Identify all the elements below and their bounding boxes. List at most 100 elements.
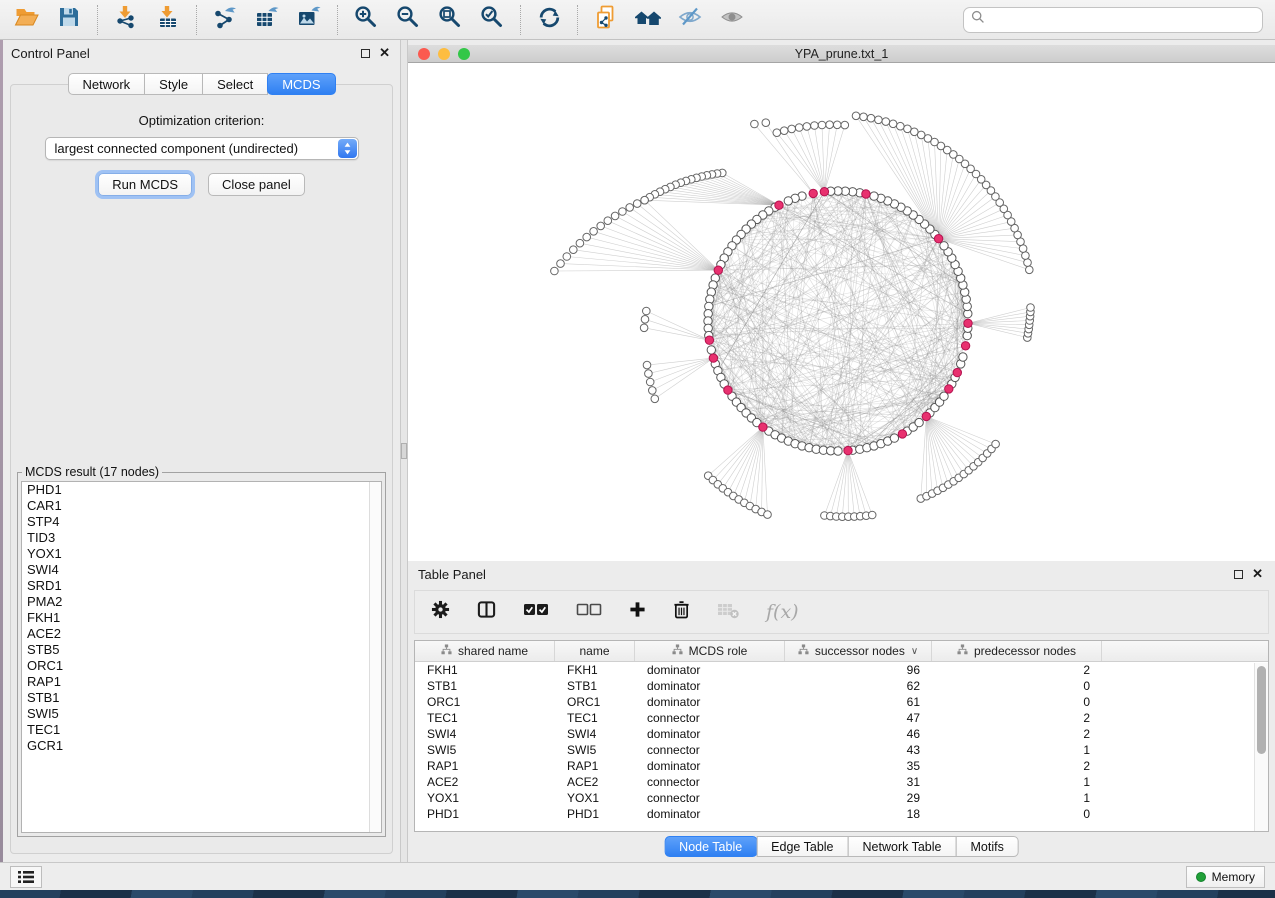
table-row[interactable]: FKH1FKH1dominator962 [415,662,1268,678]
tab-select[interactable]: Select [202,73,268,95]
select-stepper-icon [338,139,357,158]
cell-successor-nodes: 61 [785,694,932,710]
mcds-result-item[interactable]: SWI4 [22,562,381,578]
refresh-view-button[interactable] [528,3,570,37]
delete-columns-button[interactable] [673,600,690,624]
cell-successor-nodes: 43 [785,742,932,758]
mcds-list-scrollbar[interactable] [369,482,381,832]
mcds-result-item[interactable]: ACE2 [22,626,381,642]
close-panel-button[interactable]: Close panel [208,173,305,196]
column-header-shared-name[interactable]: shared name [415,641,555,661]
table-row[interactable]: PHD1PHD1dominator180 [415,806,1268,822]
export-table-icon [255,5,279,34]
table-row[interactable]: ACE2ACE2connector311 [415,774,1268,790]
column-header-predecessor-nodes[interactable]: predecessor nodes [932,641,1102,661]
mcds-result-item[interactable]: PMA2 [22,594,381,610]
add-column-button[interactable] [629,601,646,623]
export-network-button[interactable] [204,3,246,37]
run-mcds-button[interactable]: Run MCDS [98,173,192,196]
table-row[interactable]: TEC1TEC1connector472 [415,710,1268,726]
table-row[interactable]: YOX1YOX1connector291 [415,790,1268,806]
network-graph[interactable] [408,63,1275,560]
splitter-grip[interactable] [401,443,407,459]
float-table-panel-icon[interactable] [1234,570,1243,579]
cell-name: SWI5 [555,742,635,758]
tab-motifs[interactable]: Motifs [955,836,1018,857]
cell-MCDS-role: connector [635,774,785,790]
mcds-result-item[interactable]: YOX1 [22,546,381,562]
zoom-fit-button[interactable] [429,3,471,37]
mcds-result-item[interactable]: PHD1 [22,482,381,498]
close-table-panel-icon[interactable]: ✕ [1252,569,1263,579]
float-panel-icon[interactable] [361,49,370,58]
export-image-button[interactable] [288,3,330,37]
mcds-result-item[interactable]: STB5 [22,642,381,658]
task-history-button[interactable] [10,866,42,888]
column-header-successor-nodes[interactable]: successor nodes∨ [785,641,932,661]
table-header-row: shared namenameMCDS rolesuccessor nodes∨… [415,641,1268,662]
table-row[interactable]: SWI4SWI4dominator462 [415,726,1268,742]
table-tabs: Node TableEdge TableNetwork TableMotifs [664,836,1019,857]
import-table-file-button[interactable] [147,3,189,37]
search-input[interactable] [990,12,1255,27]
table-row[interactable]: STB1STB1dominator620 [415,678,1268,694]
optimization-criterion-select[interactable]: largest connected component (undirected) [45,137,359,160]
cell-predecessor-nodes: 2 [932,726,1102,742]
mcds-result-item[interactable]: STB1 [22,690,381,706]
memory-button[interactable]: Memory [1186,866,1265,888]
select-all-button[interactable] [523,602,549,623]
zoom-in-button[interactable] [345,3,387,37]
mcds-result-item[interactable]: TID3 [22,530,381,546]
tab-network-table[interactable]: Network Table [848,836,957,857]
mcds-result-item[interactable]: FKH1 [22,610,381,626]
column-header-name[interactable]: name [555,641,635,661]
cell-predecessor-nodes: 1 [932,774,1102,790]
mcds-result-item[interactable]: RAP1 [22,674,381,690]
toolbar-separator [97,5,98,35]
mcds-result-item[interactable]: SRD1 [22,578,381,594]
column-header-MCDS-role[interactable]: MCDS role [635,641,785,661]
panel-splitter[interactable] [400,40,408,862]
sort-desc-icon: ∨ [911,646,918,657]
tab-network[interactable]: Network [67,73,145,95]
cell-name: PHD1 [555,806,635,822]
save-session-button[interactable] [48,3,90,37]
select-all-icon [523,602,549,623]
deselect-all-button[interactable] [576,602,602,623]
table-scrollbar-thumb[interactable] [1257,666,1266,754]
close-panel-icon[interactable]: ✕ [379,48,390,58]
mcds-result-item[interactable]: SWI5 [22,706,381,722]
export-table-button[interactable] [246,3,288,37]
table-scrollbar[interactable] [1254,663,1268,831]
hide-selected-button[interactable] [669,3,711,37]
mcds-result-list: PHD1CAR1STP4TID3YOX1SWI4SRD1PMA2FKH1ACE2… [21,481,382,833]
mcds-result-item[interactable]: CAR1 [22,498,381,514]
attribute-tree-icon [957,644,968,658]
mcds-result-item[interactable]: TEC1 [22,722,381,738]
toggle-columns-button[interactable] [477,600,496,624]
table-row[interactable]: ORC1ORC1dominator610 [415,694,1268,710]
mcds-result-item[interactable]: ORC1 [22,658,381,674]
zoom-selected-button[interactable] [471,3,513,37]
zoom-out-button[interactable] [387,3,429,37]
tab-node-table[interactable]: Node Table [664,836,757,857]
tab-mcds[interactable]: MCDS [267,73,335,95]
cell-successor-nodes: 46 [785,726,932,742]
mcds-result-item[interactable]: STP4 [22,514,381,530]
show-all-button[interactable] [711,3,753,37]
delete-columns-icon [673,600,690,624]
mcds-result-item[interactable]: GCR1 [22,738,381,754]
import-network-file-button[interactable] [105,3,147,37]
tab-edge-table[interactable]: Edge Table [756,836,848,857]
table-row[interactable]: RAP1RAP1dominator352 [415,758,1268,774]
table-row[interactable]: SWI5SWI5connector431 [415,742,1268,758]
function-builder-icon: f(x) [766,601,799,623]
table-settings-button[interactable] [431,600,450,624]
zoom-fit-icon [437,4,463,35]
network-view[interactable] [408,63,1275,561]
search-box[interactable] [963,7,1263,33]
tab-style[interactable]: Style [144,73,203,95]
duplicate-network-button[interactable] [585,3,627,37]
open-file-button[interactable] [6,3,48,37]
first-neighbors-button[interactable] [627,3,669,37]
